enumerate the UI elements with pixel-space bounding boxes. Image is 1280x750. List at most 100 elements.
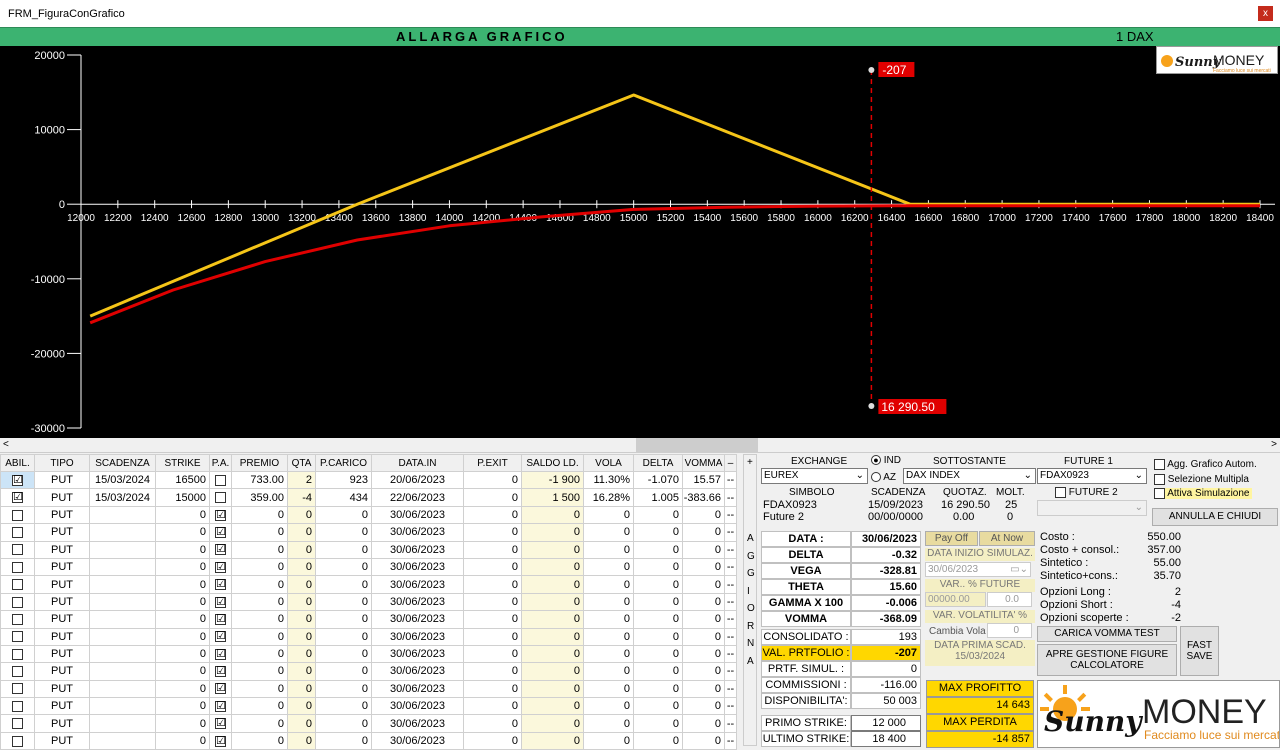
cell-pcar[interactable]: 0 [315, 731, 372, 750]
column-header[interactable]: P.CARICO [315, 454, 372, 472]
cell-vomma[interactable]: 0 [682, 644, 725, 664]
exchange-select[interactable]: EUREX ⌄ [761, 468, 868, 484]
cell-pa[interactable]: ☑ [209, 662, 232, 681]
cell-datain[interactable]: 30/06/2023 [371, 679, 464, 699]
column-header[interactable]: DATA.IN [371, 454, 464, 472]
cell-pexit[interactable]: 0 [463, 627, 522, 646]
cell-scad[interactable]: 15/03/2024 [89, 488, 156, 507]
cell-pa[interactable]: ☑ [209, 714, 232, 733]
table-row[interactable]: PUT 0 ☑ 0 0 0 30/06/2023 0 0 0 0 0 -- [0, 540, 737, 559]
cell-pa[interactable] [209, 488, 232, 507]
primo-strike-spinner[interactable]: 12 000 [851, 715, 921, 731]
cell-x[interactable]: -- [724, 714, 737, 733]
cell-pexit[interactable]: 0 [463, 714, 522, 733]
cell-vomma[interactable]: 0 [682, 697, 725, 716]
table-row[interactable]: PUT 0 ☑ 0 0 0 30/06/2023 0 0 0 0 0 -- [0, 679, 737, 699]
cell-tipo[interactable]: PUT [34, 627, 90, 646]
annulla-chiudi-button[interactable]: ANNULLA E CHIUDI [1152, 508, 1278, 526]
cell-vomma[interactable]: -383.66 [682, 488, 725, 507]
ind-radio[interactable]: ● IND [871, 455, 901, 466]
column-header[interactable]: – [724, 454, 737, 472]
cell-abil[interactable]: ☑ [0, 470, 35, 490]
column-header[interactable]: P.A. [209, 454, 232, 472]
cell-datain[interactable]: 30/06/2023 [371, 697, 464, 716]
cell-saldo[interactable]: 1 500 [521, 488, 584, 507]
cell-pexit[interactable]: 0 [463, 557, 522, 577]
cell-pa[interactable]: ☑ [209, 540, 232, 559]
cell-vola[interactable]: 11.30% [583, 470, 634, 490]
cell-delta[interactable]: 0 [633, 679, 683, 699]
column-header[interactable]: TIPO [34, 454, 90, 472]
table-row[interactable]: PUT 0 ☑ 0 0 0 30/06/2023 0 0 0 0 0 -- [0, 557, 737, 577]
cell-tipo[interactable]: PUT [34, 592, 90, 612]
cambia-vola-spinner[interactable]: 0 [987, 623, 1032, 638]
column-header[interactable]: DELTA [633, 454, 683, 472]
cell-tipo[interactable]: PUT [34, 557, 90, 577]
cell-pexit[interactable]: 0 [463, 610, 522, 629]
scroll-right-icon[interactable]: > [1271, 439, 1277, 450]
aggiorna-button[interactable]: + AGGIORNA [743, 454, 757, 746]
cell-pcar[interactable]: 0 [315, 523, 372, 542]
attiva-sim-checkbox[interactable]: Attiva Simulazione [1154, 488, 1252, 500]
cell-tipo[interactable]: PUT [34, 662, 90, 681]
cell-datain[interactable]: 30/06/2023 [371, 644, 464, 664]
cell-qta[interactable]: 0 [287, 523, 316, 542]
cell-pcar[interactable]: 0 [315, 697, 372, 716]
cell-premio[interactable]: 0 [231, 505, 288, 525]
cell-abil[interactable] [0, 505, 35, 525]
cell-pa[interactable]: ☑ [209, 505, 232, 525]
cell-tipo[interactable]: PUT [34, 714, 90, 733]
cell-pa[interactable]: ☑ [209, 575, 232, 594]
cell-scad[interactable] [89, 662, 156, 681]
cell-vomma[interactable]: 0 [682, 523, 725, 542]
cell-x[interactable]: -- [724, 557, 737, 577]
cell-strike[interactable]: 16500 [155, 470, 210, 490]
cell-pa[interactable]: ☑ [209, 697, 232, 716]
scroll-left-icon[interactable]: < [3, 439, 9, 450]
cell-delta[interactable]: 0 [633, 592, 683, 612]
cell-abil[interactable] [0, 540, 35, 559]
expand-chart-bar[interactable]: ALLARGA GRAFICO 1 DAX [0, 27, 1280, 46]
table-row[interactable]: PUT 0 ☑ 0 0 0 30/06/2023 0 0 0 0 0 -- [0, 610, 737, 629]
cell-qta[interactable]: 0 [287, 557, 316, 577]
cell-pa[interactable]: ☑ [209, 557, 232, 577]
cell-pa[interactable]: ☑ [209, 610, 232, 629]
cell-datain[interactable]: 30/06/2023 [371, 575, 464, 594]
table-row[interactable]: PUT 0 ☑ 0 0 0 30/06/2023 0 0 0 0 0 -- [0, 505, 737, 525]
cell-pa[interactable] [209, 470, 232, 490]
cell-pcar[interactable]: 434 [315, 488, 372, 507]
cell-qta[interactable]: 0 [287, 627, 316, 646]
cell-strike[interactable]: 0 [155, 523, 210, 542]
cell-abil[interactable] [0, 592, 35, 612]
cell-scad[interactable]: 15/03/2024 [89, 470, 156, 490]
cell-vomma[interactable]: 0 [682, 679, 725, 699]
cell-abil[interactable] [0, 662, 35, 681]
cell-qta[interactable]: 0 [287, 714, 316, 733]
table-row[interactable]: PUT 0 ☑ 0 0 0 30/06/2023 0 0 0 0 0 -- [0, 575, 737, 594]
cell-vola[interactable]: 0 [583, 575, 634, 594]
cell-vomma[interactable]: 0 [682, 610, 725, 629]
cell-vola[interactable]: 0 [583, 592, 634, 612]
cell-strike[interactable]: 0 [155, 610, 210, 629]
cell-x[interactable]: -- [724, 592, 737, 612]
cell-datain[interactable]: 30/06/2023 [371, 610, 464, 629]
cell-delta[interactable]: 0 [633, 540, 683, 559]
cell-x[interactable]: -- [724, 679, 737, 699]
cell-vola[interactable]: 0 [583, 540, 634, 559]
column-header[interactable]: P.EXIT [463, 454, 522, 472]
cell-tipo[interactable]: PUT [34, 697, 90, 716]
cell-abil[interactable] [0, 627, 35, 646]
carica-vomma-button[interactable]: CARICA VOMMA TEST [1037, 626, 1177, 642]
apre-gestione-button[interactable]: APRE GESTIONE FIGURE CALCOLATORE [1037, 644, 1177, 676]
cell-datain[interactable]: 20/06/2023 [371, 470, 464, 490]
cell-scad[interactable] [89, 697, 156, 716]
cell-premio[interactable]: 0 [231, 644, 288, 664]
cell-abil[interactable] [0, 697, 35, 716]
cell-saldo[interactable]: 0 [521, 697, 584, 716]
cell-saldo[interactable]: 0 [521, 540, 584, 559]
cell-vola[interactable]: 0 [583, 697, 634, 716]
cell-vola[interactable]: 0 [583, 523, 634, 542]
cell-pexit[interactable]: 0 [463, 592, 522, 612]
cell-datain[interactable]: 30/06/2023 [371, 731, 464, 750]
cell-abil[interactable]: ☑ [0, 488, 35, 507]
